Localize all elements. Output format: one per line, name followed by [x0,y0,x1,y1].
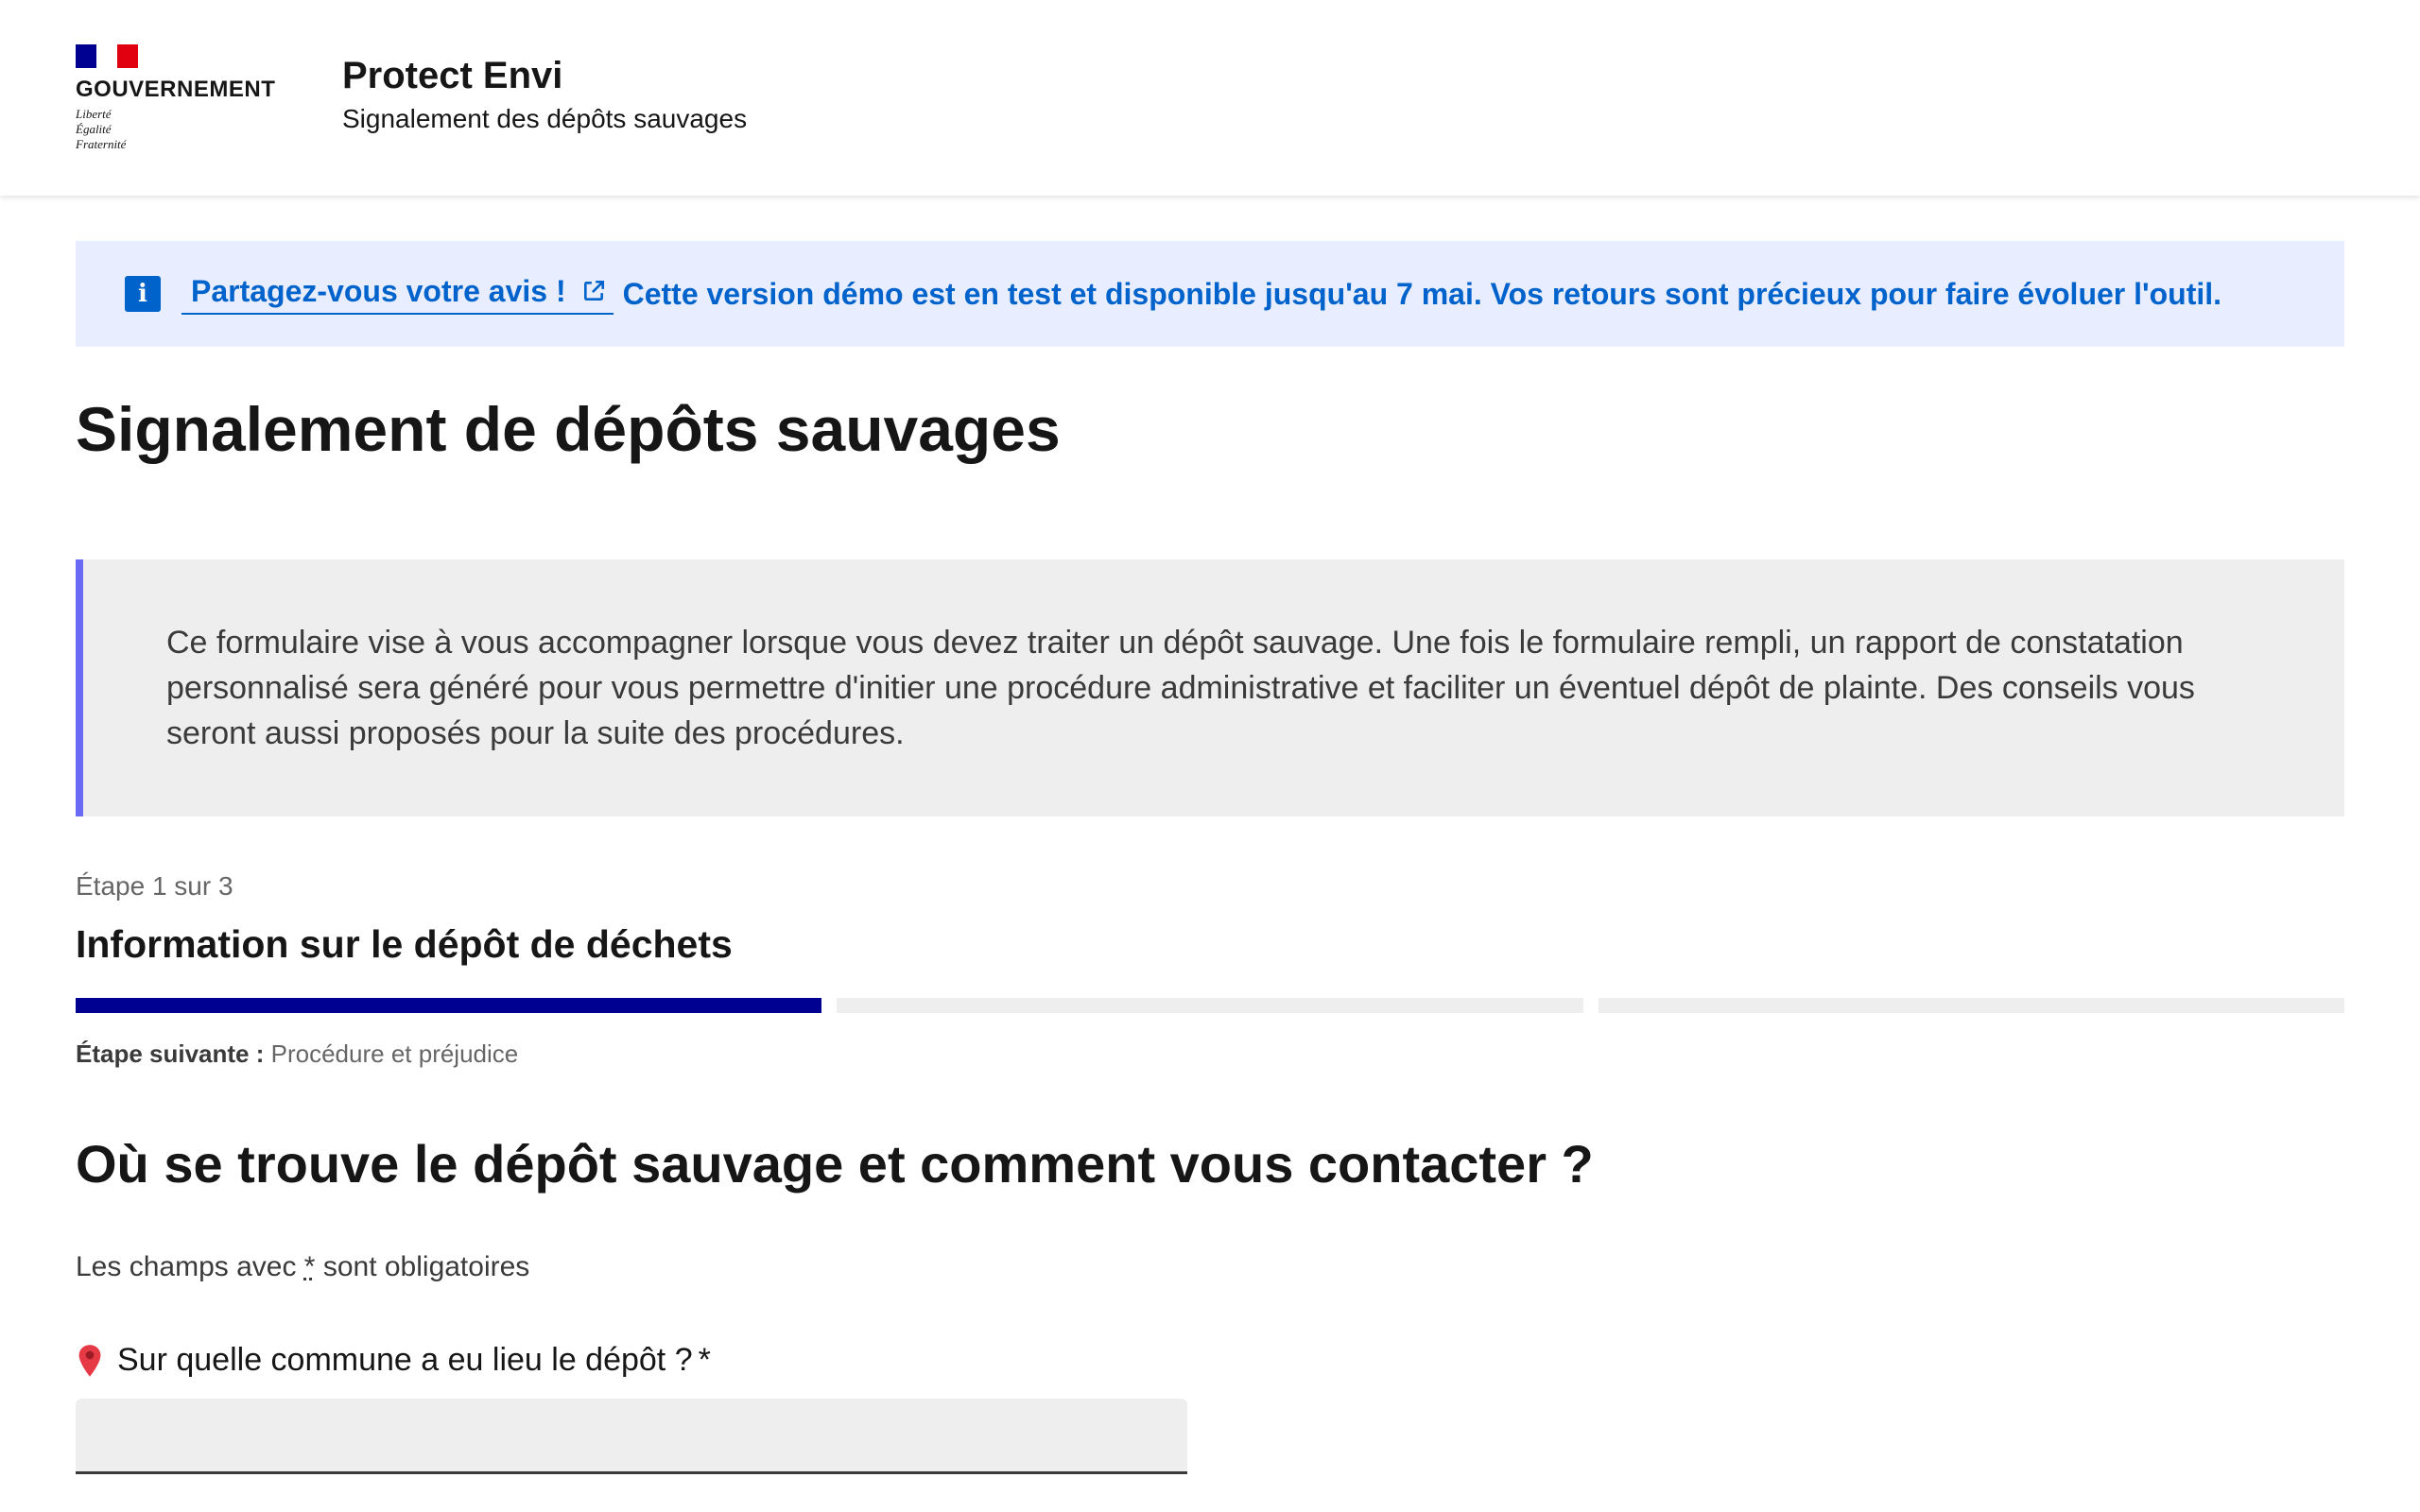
site-header: GOUVERNEMENT Liberté Égalité Fraternité … [0,0,2420,196]
government-logo[interactable]: GOUVERNEMENT Liberté Égalité Fraternité [76,44,284,153]
external-link-icon [583,280,604,301]
commune-label-text: Sur quelle commune a eu lieu le dépôt ? [117,1342,693,1378]
info-icon: i [125,276,161,312]
motto: Liberté Égalité Fraternité [76,107,284,152]
next-step: Étape suivante : Procédure et préjudice [76,1040,518,1069]
step-segment-3 [1598,998,2344,1013]
required-mark: * [698,1342,711,1378]
stepper-progress [76,998,2344,1013]
step-segment-2 [837,998,1583,1013]
required-fields-hint: Les champs avec * sont obligatoires [76,1251,529,1283]
map-pin-icon [78,1344,101,1377]
stepper-state: Étape 1 sur 3 [76,871,233,901]
commune-label: Sur quelle commune a eu lieu le dépôt ? … [76,1342,711,1379]
next-step-value: Procédure et préjudice [270,1040,519,1068]
callout-text: Ce formulaire vise à vous accompagner lo… [166,625,2195,751]
hint-after: sont obligatoires [322,1251,530,1282]
page-title: Signalement de dépôts sauvages [76,394,1061,464]
commune-input[interactable] [76,1399,1187,1474]
motto-egalite: Égalité [76,122,112,136]
section-title: Où se trouve le dépôt sauvage et comment… [76,1134,1594,1194]
motto-fraternite: Fraternité [76,137,127,151]
stepper-title: Information sur le dépôt de déchets [76,922,733,966]
next-step-label: Étape suivante : [76,1040,265,1068]
step-segment-1 [76,998,822,1013]
feedback-link[interactable]: Partagez-vous votre avis ! [182,274,614,315]
hint-before: Les champs avec [76,1251,297,1282]
service-title[interactable]: Protect Envi [342,53,747,98]
hint-star: * [303,1251,316,1282]
notice-message: Cette version démo est en test et dispon… [622,276,2222,311]
gov-name: GOUVERNEMENT [76,77,276,102]
french-flag-icon [76,44,138,68]
notice-banner: i Partagez-vous votre avis ! Cette versi… [76,241,2344,347]
service-block[interactable]: Protect Envi Signalement des dépôts sauv… [342,53,747,134]
service-tagline: Signalement des dépôts sauvages [342,104,748,133]
motto-liberte: Liberté [76,107,112,121]
intro-callout: Ce formulaire vise à vous accompagner lo… [76,559,2344,816]
feedback-link-label: Partagez-vous votre avis ! [191,273,566,308]
